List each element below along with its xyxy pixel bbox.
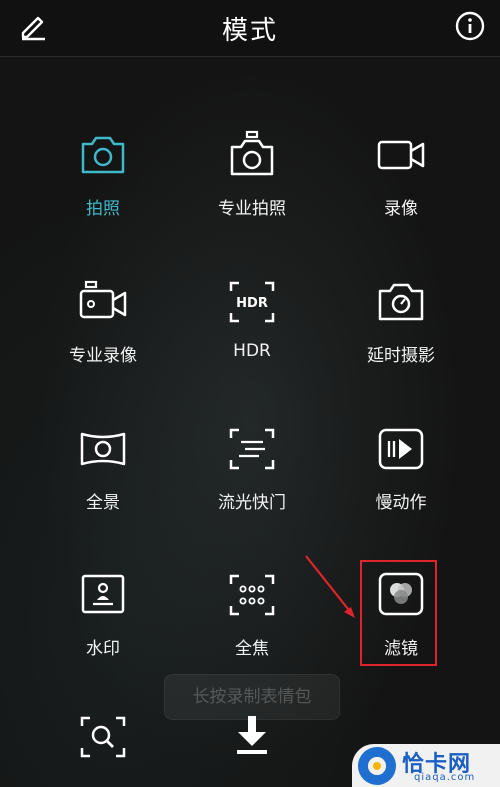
mode-watermark[interactable]: 水印: [33, 570, 173, 690]
mode-timelapse[interactable]: 延时摄影: [331, 277, 471, 397]
mode-panorama[interactable]: 全景: [33, 424, 173, 544]
slow-motion-icon: [378, 428, 424, 470]
mode-pro-photo[interactable]: 专业拍照: [182, 130, 322, 250]
mode-video[interactable]: 录像: [331, 130, 471, 250]
site-domain: qiaqa.com: [414, 772, 476, 783]
page-title: 模式: [221, 16, 278, 46]
mode-hdr[interactable]: HDR HDR: [182, 277, 322, 397]
mode-label: 慢动作: [375, 493, 427, 513]
mode-label: 专业拍照: [218, 199, 286, 219]
mode-label: 流光快门: [218, 493, 286, 513]
top-bar: 模式: [0, 0, 500, 57]
annotation-arrow: [305, 555, 355, 618]
download-icon[interactable]: [227, 712, 277, 762]
svg-text:HDR: HDR: [236, 296, 268, 311]
all-focus-icon: [229, 574, 275, 616]
camera-icon: [81, 136, 125, 174]
site-logo-icon: [358, 747, 396, 785]
site-watermark: 恰卡网 qiaqa.com: [352, 744, 500, 787]
video-icon: [377, 140, 425, 170]
mode-label: 水印: [86, 639, 120, 659]
mode-label: 录像: [384, 199, 418, 219]
mode-label: 延时摄影: [367, 346, 435, 366]
document-scan-icon[interactable]: [78, 712, 128, 762]
info-icon[interactable]: [454, 10, 486, 42]
light-painting-icon: [229, 428, 275, 470]
mode-pro-video[interactable]: 专业录像: [33, 277, 173, 397]
pro-camera-icon: [230, 130, 274, 176]
mode-label: 专业录像: [69, 346, 137, 366]
hdr-icon: HDR: [229, 281, 275, 323]
mode-label: HDR: [233, 341, 271, 361]
mode-slow-motion[interactable]: 慢动作: [331, 424, 471, 544]
mode-light-painting[interactable]: 流光快门: [182, 424, 322, 544]
highlight-box: [360, 560, 437, 666]
mode-photo[interactable]: 拍照: [33, 130, 173, 250]
mode-label: 全焦: [235, 639, 269, 659]
mode-label: 全景: [86, 493, 120, 513]
timelapse-icon: [378, 283, 424, 321]
mode-label: 拍照: [86, 199, 120, 219]
panorama-icon: [80, 432, 126, 466]
watermark-icon: [81, 574, 125, 614]
pro-video-icon: [79, 280, 127, 319]
